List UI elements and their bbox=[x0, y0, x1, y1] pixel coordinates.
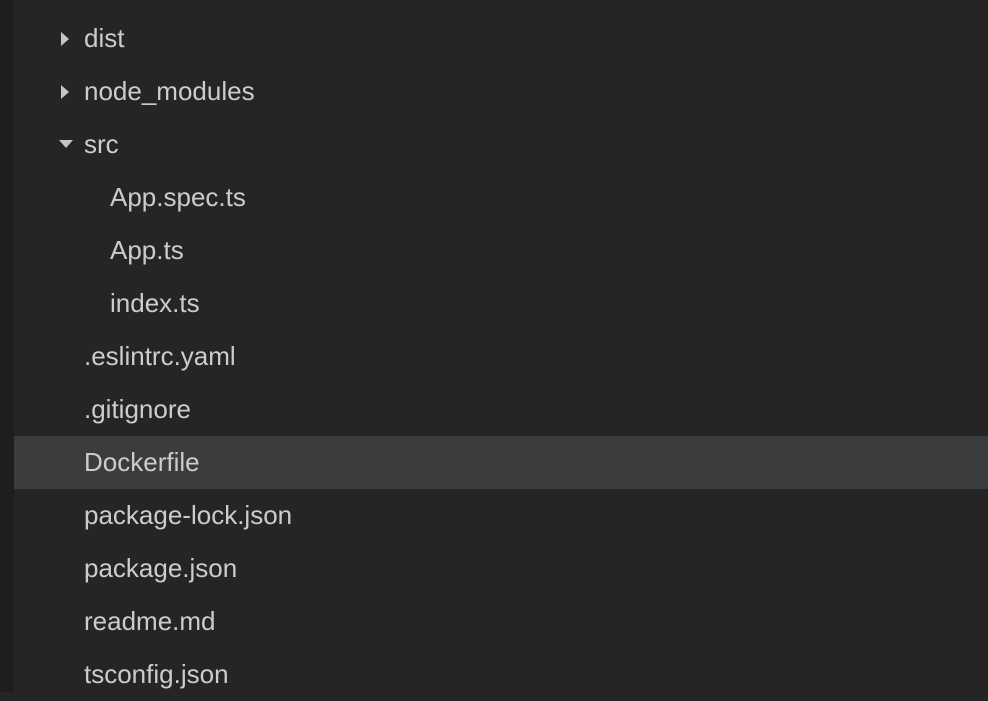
file-label: tsconfig.json bbox=[84, 659, 229, 690]
file-eslintrc-yaml[interactable]: .eslintrc.yaml bbox=[14, 330, 988, 383]
file-label: App.ts bbox=[110, 235, 184, 266]
folder-dist[interactable]: dist bbox=[14, 12, 988, 65]
file-package-lock-json[interactable]: package-lock.json bbox=[14, 489, 988, 542]
file-label: .gitignore bbox=[84, 394, 191, 425]
file-label: readme.md bbox=[84, 606, 216, 637]
file-index-ts[interactable]: index.ts bbox=[14, 277, 988, 330]
chevron-right-icon bbox=[56, 29, 76, 49]
file-label: .eslintrc.yaml bbox=[84, 341, 236, 372]
file-app-ts[interactable]: App.ts bbox=[14, 224, 988, 277]
chevron-right-icon bbox=[56, 82, 76, 102]
file-label: package.json bbox=[84, 553, 237, 584]
file-tsconfig-json[interactable]: tsconfig.json bbox=[14, 648, 988, 701]
file-explorer-tree: dist node_modules src App.spec.ts App.ts… bbox=[14, 0, 988, 701]
file-label: App.spec.ts bbox=[110, 182, 246, 213]
file-label: index.ts bbox=[110, 288, 200, 319]
file-package-json[interactable]: package.json bbox=[14, 542, 988, 595]
file-label: package-lock.json bbox=[84, 500, 292, 531]
folder-label: src bbox=[84, 129, 119, 160]
file-gitignore[interactable]: .gitignore bbox=[14, 383, 988, 436]
folder-label: node_modules bbox=[84, 76, 255, 107]
file-app-spec-ts[interactable]: App.spec.ts bbox=[14, 171, 988, 224]
file-dockerfile[interactable]: Dockerfile bbox=[14, 436, 988, 489]
file-readme-md[interactable]: readme.md bbox=[14, 595, 988, 648]
folder-label: dist bbox=[84, 23, 124, 54]
chevron-down-icon bbox=[56, 135, 76, 155]
folder-src[interactable]: src bbox=[14, 118, 988, 171]
file-label: Dockerfile bbox=[84, 447, 200, 478]
folder-node-modules[interactable]: node_modules bbox=[14, 65, 988, 118]
